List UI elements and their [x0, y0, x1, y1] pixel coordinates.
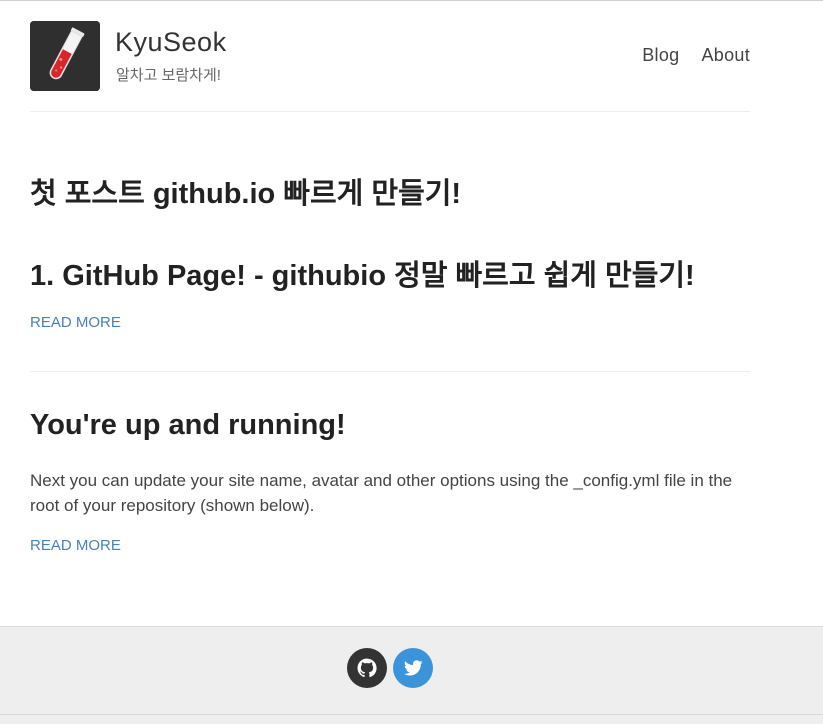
- main-nav: Blog About: [642, 45, 750, 66]
- post-heading: 1. GitHub Page! - githubio 정말 빠르고 쉽게 만들기…: [30, 260, 695, 292]
- twitter-link[interactable]: [393, 648, 433, 688]
- page: KyuSeok 알차고 보람차게! Blog About 첫 포스트 githu…: [0, 0, 823, 724]
- masthead: KyuSeok 알차고 보람차게! Blog About: [30, 21, 750, 112]
- nav-link-about[interactable]: About: [701, 45, 750, 66]
- site-description: 알차고 보람차게!: [116, 67, 221, 84]
- test-tube-icon: [30, 21, 100, 91]
- site-footer: [0, 626, 823, 724]
- nav-link-blog[interactable]: Blog: [642, 45, 679, 66]
- site-avatar[interactable]: [30, 21, 100, 91]
- post-title[interactable]: 첫 포스트 github.io 빠르게 만들기!: [30, 170, 461, 212]
- post-title[interactable]: You're up and running!: [30, 409, 346, 442]
- social-links: [347, 648, 433, 688]
- post-item: 첫 포스트 github.io 빠르게 만들기! 1. GitHub Page!…: [30, 113, 750, 372]
- post-item: You're up and running! Next you can upda…: [30, 373, 750, 573]
- site-title[interactable]: KyuSeok: [115, 27, 227, 58]
- footer-divider: [0, 714, 823, 715]
- read-more-link[interactable]: READ MORE: [30, 537, 121, 554]
- github-link[interactable]: [347, 648, 387, 688]
- twitter-icon: [404, 660, 423, 676]
- post-excerpt: Next you can update your site name, avat…: [30, 471, 733, 515]
- read-more-link[interactable]: READ MORE: [30, 314, 121, 331]
- github-icon: [357, 658, 377, 678]
